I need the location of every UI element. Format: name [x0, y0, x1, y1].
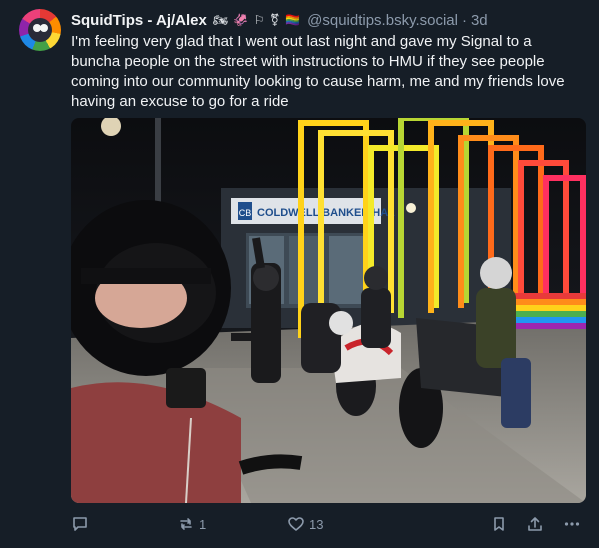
reply-button[interactable]: [71, 512, 93, 536]
more-dots-icon: [564, 522, 580, 526]
share-button[interactable]: [526, 512, 544, 536]
user-handle[interactable]: @squidtips.bsky.social: [307, 12, 458, 29]
repost-icon: [180, 518, 192, 530]
post-header: SquidTips - Aj/Alex 🏍 🦑 ⚐ ⚧ 🏳‍🌈 @squidti…: [71, 10, 591, 30]
storefront-sign: COLDWELL BANKER HAL: [257, 207, 395, 219]
post-text: I'm feeling very glad that I went out la…: [71, 33, 565, 110]
storefront-logo: CB: [239, 208, 252, 218]
share-icon: [528, 517, 542, 531]
more-options-button[interactable]: [563, 512, 581, 536]
post-timestamp[interactable]: 3d: [471, 12, 488, 29]
repost-count: 1: [199, 516, 207, 532]
post-card[interactable]: SquidTips - Aj/Alex 🏍 🦑 ⚐ ⚧ 🏳‍🌈 @squidti…: [0, 0, 599, 548]
like-count: 13: [309, 516, 324, 532]
heart-icon: [288, 517, 304, 531]
post-image[interactable]: CB COLDWELL BANKER HAL: [71, 118, 586, 503]
separator-dot: ·: [461, 11, 467, 29]
reply-icon: [73, 517, 87, 531]
like-button[interactable]: 13: [287, 512, 323, 536]
bookmark-button[interactable]: [490, 512, 508, 536]
photo-scene: CB COLDWELL BANKER HAL: [71, 118, 586, 503]
avatar[interactable]: [19, 9, 61, 51]
action-bar: 1 13: [71, 512, 586, 536]
repost-button[interactable]: 1: [177, 512, 206, 536]
bookmark-icon: [494, 517, 504, 531]
name-emoji-badges: 🏍 🦑 ⚐ ⚧ 🏳‍🌈: [212, 13, 302, 27]
avatar-eye-right: [40, 24, 48, 32]
display-name[interactable]: SquidTips - Aj/Alex: [71, 12, 207, 29]
